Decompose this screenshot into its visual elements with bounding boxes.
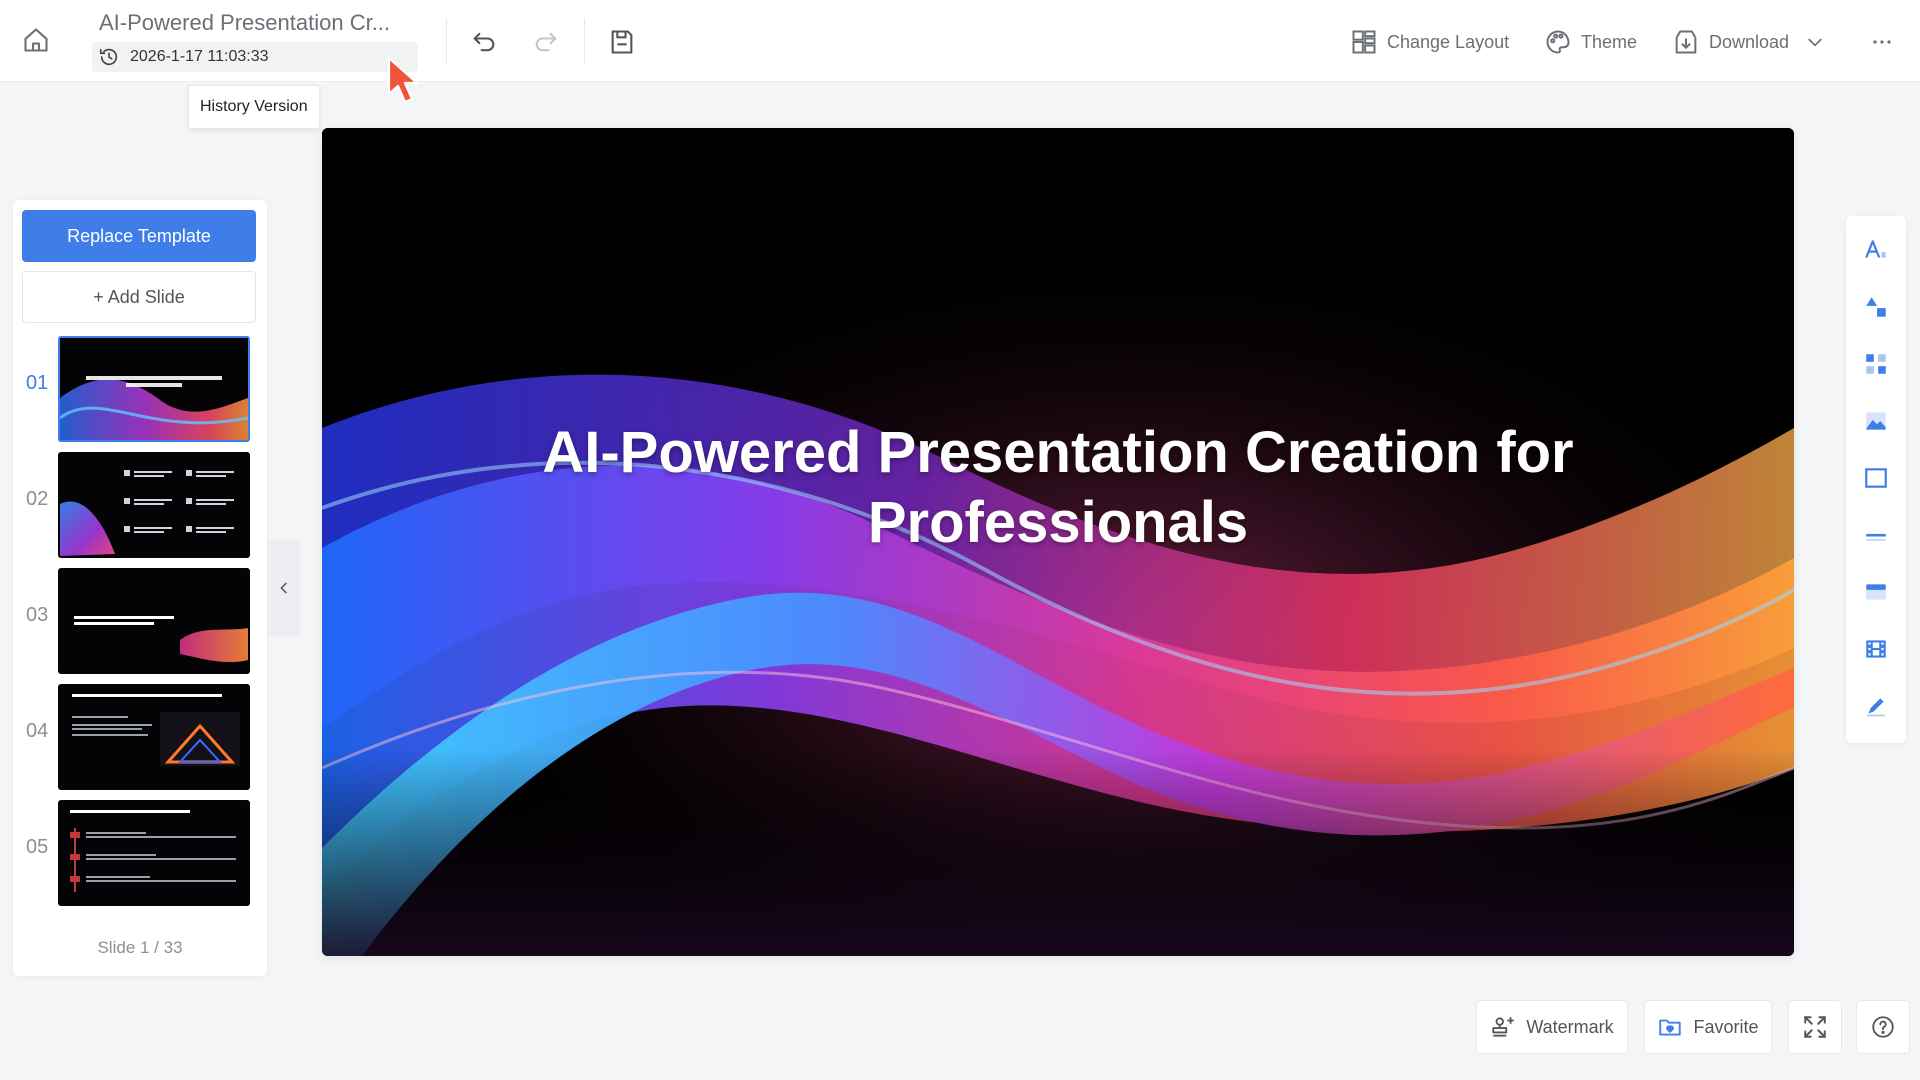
document-title[interactable]: AI-Powered Presentation Cr... <box>99 10 390 36</box>
video-icon <box>1866 640 1886 658</box>
mouse-cursor-icon <box>387 56 419 104</box>
slide-thumbnail-row: 01 <box>13 332 267 442</box>
insert-table-button[interactable] <box>1856 572 1896 612</box>
slide-thumbnail-row: 05 <box>13 796 267 906</box>
image-icon <box>1866 412 1886 430</box>
slide-thumbnail[interactable] <box>58 800 250 906</box>
download-label: Download <box>1709 31 1790 52</box>
slide-panel: Replace Template + Add Slide 01 02 03 04… <box>13 200 267 976</box>
shapes-icon <box>1866 297 1886 317</box>
home-button[interactable] <box>18 22 54 58</box>
theme-button[interactable]: Theme <box>1544 22 1637 62</box>
help-button[interactable] <box>1856 1000 1910 1054</box>
insert-shape-button[interactable] <box>1856 287 1896 327</box>
slide-thumbnail-list[interactable]: 01 02 03 04 05 <box>13 332 267 918</box>
slide-thumbnail-preview <box>60 338 248 440</box>
slide-thumbnail-row: 02 <box>13 448 267 558</box>
more-button[interactable] <box>1862 22 1902 62</box>
help-icon <box>1872 1016 1894 1038</box>
layout-icon <box>1352 30 1376 54</box>
slide-number: 03 <box>26 604 49 626</box>
home-icon <box>24 28 48 52</box>
redo-button[interactable] <box>526 22 566 62</box>
favorite-button[interactable]: Favorite <box>1644 1000 1772 1054</box>
slide-thumbnail-preview <box>60 686 248 788</box>
slide-number: 01 <box>26 372 49 394</box>
slide-thumbnail[interactable] <box>58 684 250 790</box>
slide-number: 05 <box>26 836 49 858</box>
slide-thumbnail[interactable] <box>58 568 250 674</box>
slide-thumbnail-preview <box>60 570 248 672</box>
divider <box>584 18 585 64</box>
slide-canvas[interactable]: AI-Powered Presentation Creation for Pro… <box>322 128 1794 956</box>
slide-thumbnail-row: 03 <box>13 564 267 674</box>
divider <box>446 18 447 64</box>
collapse-panel-button[interactable] <box>268 540 300 636</box>
watermark-button[interactable]: Watermark <box>1476 1000 1628 1054</box>
slide-thumbnail[interactable] <box>58 452 250 558</box>
watermark-label: Watermark <box>1526 1016 1614 1037</box>
slide-thumbnail-preview <box>60 802 248 904</box>
fullscreen-icon <box>1804 1016 1826 1038</box>
more-icon <box>1873 40 1891 44</box>
slide-number: 02 <box>26 488 49 510</box>
slide-number: 04 <box>26 720 49 742</box>
chevron-down-icon[interactable] <box>1805 32 1825 52</box>
chevron-left-icon <box>280 582 287 594</box>
watermark-icon <box>1492 1017 1515 1037</box>
add-slide-button[interactable]: + Add Slide <box>22 271 256 323</box>
draw-icon <box>1867 698 1885 717</box>
insert-video-button[interactable] <box>1856 629 1896 669</box>
change-layout-button[interactable]: Change Layout <box>1350 22 1509 62</box>
favorite-label: Favorite <box>1693 1016 1759 1037</box>
replace-template-button[interactable]: Replace Template <box>22 210 256 262</box>
download-icon <box>1675 30 1697 54</box>
version-timestamp: 2026-1-17 11:03:33 <box>130 48 269 65</box>
insert-elements-button[interactable] <box>1856 344 1896 384</box>
slide-thumbnail[interactable] <box>58 336 250 442</box>
insert-text-button[interactable] <box>1856 230 1896 270</box>
redo-icon <box>535 32 557 52</box>
slide-thumbnail-row: 04 <box>13 680 267 790</box>
text-icon <box>1865 240 1886 258</box>
slide-title[interactable]: AI-Powered Presentation Creation for Pro… <box>322 418 1794 558</box>
download-button[interactable]: Download <box>1672 22 1834 62</box>
slide-counter: Slide 1 / 33 <box>97 938 183 957</box>
insert-frame-button[interactable] <box>1856 458 1896 498</box>
change-layout-label: Change Layout <box>1387 31 1510 52</box>
save-button[interactable] <box>602 22 642 62</box>
save-icon <box>611 30 633 54</box>
theme-label: Theme <box>1581 31 1638 52</box>
insert-image-button[interactable] <box>1856 401 1896 441</box>
undo-icon <box>473 32 495 52</box>
frame-icon <box>1865 468 1887 488</box>
palette-icon <box>1546 30 1570 54</box>
table-icon <box>1866 584 1886 600</box>
slide-thumbnail-preview <box>60 454 248 556</box>
fullscreen-button[interactable] <box>1788 1000 1842 1054</box>
insert-toolbar <box>1846 216 1906 743</box>
history-version-button[interactable]: 2026-1-17 11:03:33 <box>92 42 418 72</box>
history-icon <box>99 48 118 66</box>
insert-line-button[interactable] <box>1856 515 1896 555</box>
history-version-tooltip: History Version <box>188 85 320 129</box>
top-bar: AI-Powered Presentation Cr... 2026-1-17 … <box>0 0 1920 82</box>
line-icon <box>1866 533 1886 541</box>
favorite-folder-icon <box>1659 1019 1682 1036</box>
undo-button[interactable] <box>464 22 504 62</box>
elements-icon <box>1866 354 1886 374</box>
draw-button[interactable] <box>1856 686 1896 726</box>
